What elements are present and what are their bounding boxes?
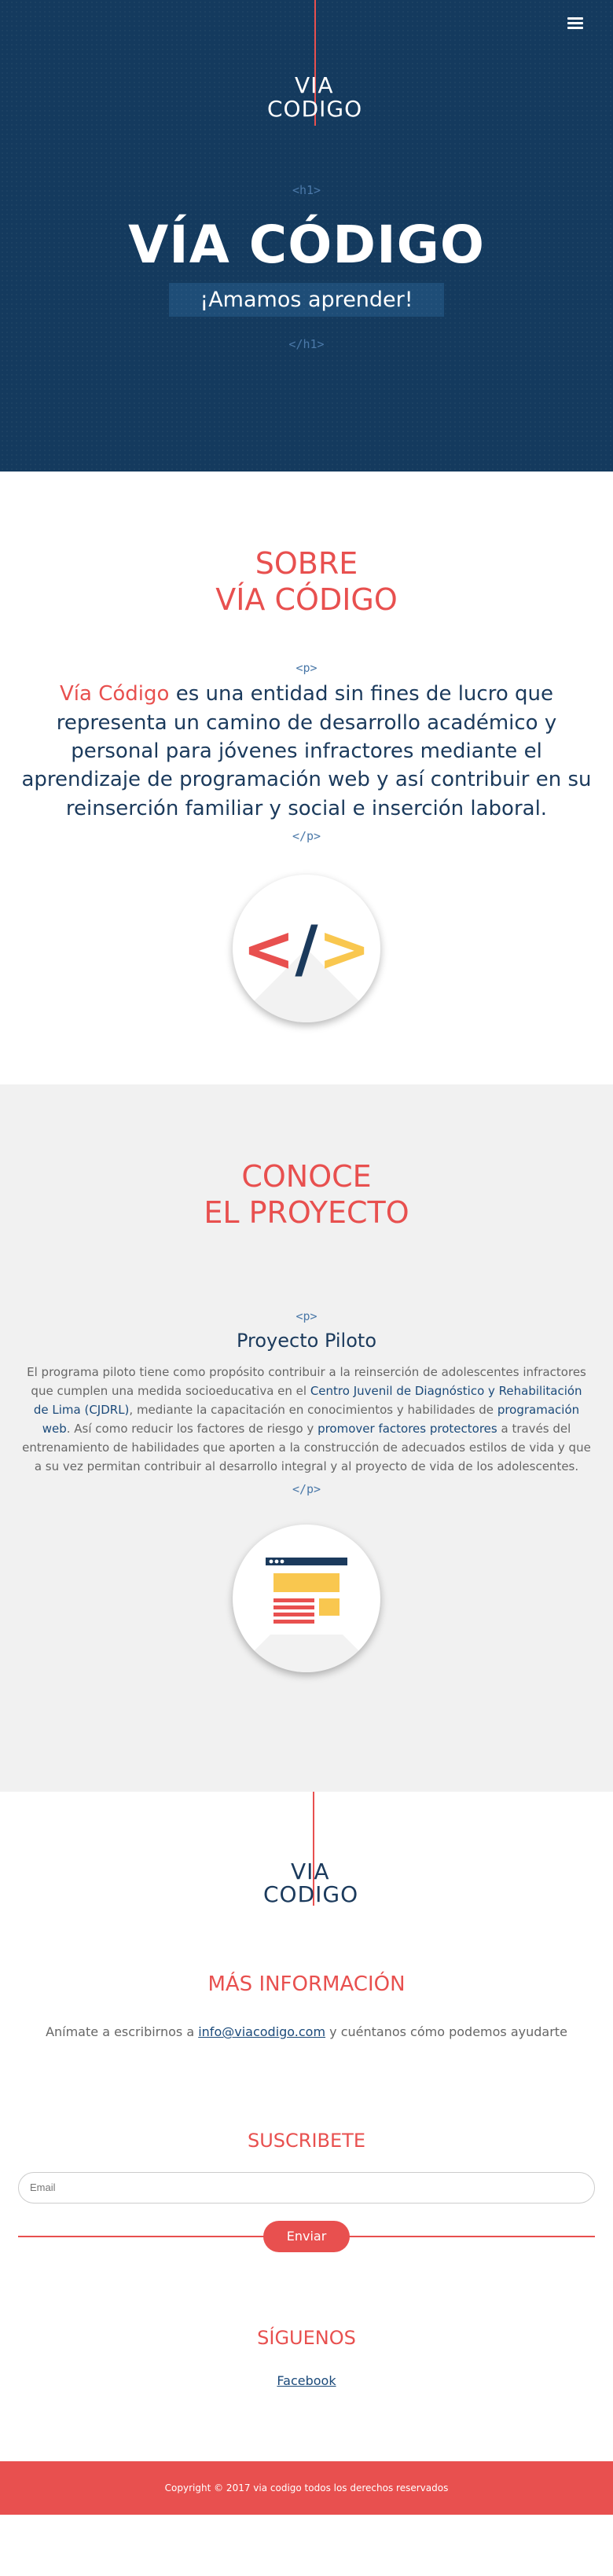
project-body-3: . Así como reducir los factores de riesg…	[66, 1422, 318, 1437]
browser-circle-icon	[233, 1525, 380, 1673]
info-text-after: y cuéntanos cómo podemos ayudarte	[325, 2024, 567, 2040]
about-lead-accent: Vía Código	[60, 682, 170, 706]
about-title-line2: VÍA CÓDIGO	[215, 582, 398, 617]
project-title-line2: EL PROYECTO	[204, 1194, 409, 1230]
facebook-link[interactable]: Facebook	[277, 2373, 336, 2388]
about-lead: Vía Código es una entidad sin fines de l…	[0, 680, 613, 823]
email-input[interactable]	[18, 2171, 595, 2204]
send-button[interactable]: Enviar	[263, 2220, 350, 2252]
protective-factors-link: promover factores protectores	[318, 1422, 497, 1437]
footer: Copyright © 2017 via codigo todos los de…	[0, 2460, 613, 2515]
logo-word-via: VIA	[291, 1859, 330, 1884]
p-close-tag: </p>	[292, 1482, 321, 1497]
code-circle-icon: < / >	[233, 875, 380, 1023]
hero-logo[interactable]: VIA CODIGO	[251, 0, 362, 126]
p-open-tag: <p>	[295, 661, 318, 676]
footer-logo-section: VIA CODIGO	[0, 1792, 613, 1949]
email-link[interactable]: info@viacodigo.com	[198, 2024, 325, 2039]
logo-word-via: VIA	[295, 72, 334, 98]
project-body-2: , mediante la capacitación en conocimien…	[129, 1403, 497, 1418]
logo-word-codigo: CODIGO	[267, 96, 363, 122]
hamburger-menu-icon[interactable]	[567, 17, 583, 30]
subscribe-title: SUSCRIBETE	[248, 2130, 365, 2152]
code-brackets-icon: < / >	[233, 875, 380, 1022]
project-body: El programa piloto tiene como propósito …	[0, 1363, 613, 1476]
about-title-line1: SOBRE	[255, 546, 358, 581]
about-title: SOBRE VÍA CÓDIGO	[0, 546, 613, 618]
p-open-tag: <p>	[295, 1309, 318, 1324]
subscribe-section: SUSCRIBETE Enviar	[0, 2039, 613, 2252]
info-text-before: Anímate a escribirnos a	[46, 2024, 199, 2040]
project-heading: Proyecto Piloto	[236, 1330, 377, 1352]
project-title: CONOCE EL PROYECTO	[0, 1159, 613, 1231]
slash-glyph: /	[295, 912, 318, 985]
p-close-tag: </p>	[292, 829, 321, 844]
info-text: Anímate a escribirnos a info@viacodigo.c…	[0, 2024, 613, 2039]
bracket-open-glyph: <	[242, 912, 295, 985]
bracket-close-glyph: >	[318, 912, 371, 985]
hero-section: VIA CODIGO <h1> VÍA CÓDIGO ¡Amamos apren…	[0, 0, 613, 472]
info-title: MÁS INFORMACIÓN	[207, 1972, 406, 1996]
follow-section: SÍGUENOS Facebook	[0, 2252, 613, 2441]
send-row: Enviar	[18, 2220, 595, 2252]
info-section: MÁS INFORMACIÓN Anímate a escribirnos a …	[0, 1949, 613, 2039]
about-section: SOBRE VÍA CÓDIGO <p> Vía Código es una e…	[0, 472, 613, 1084]
follow-title: SÍGUENOS	[257, 2326, 356, 2349]
copyright-text: Copyright © 2017 via codigo todos los de…	[164, 2482, 449, 2493]
browser-window-icon	[266, 1558, 347, 1635]
logo-word-codigo: CODIGO	[263, 1881, 359, 1907]
footer-logo[interactable]: VIA CODIGO	[251, 1792, 362, 1906]
project-section: CONOCE EL PROYECTO <p> Proyecto Piloto E…	[0, 1084, 613, 1792]
project-title-line1: CONOCE	[241, 1159, 372, 1194]
